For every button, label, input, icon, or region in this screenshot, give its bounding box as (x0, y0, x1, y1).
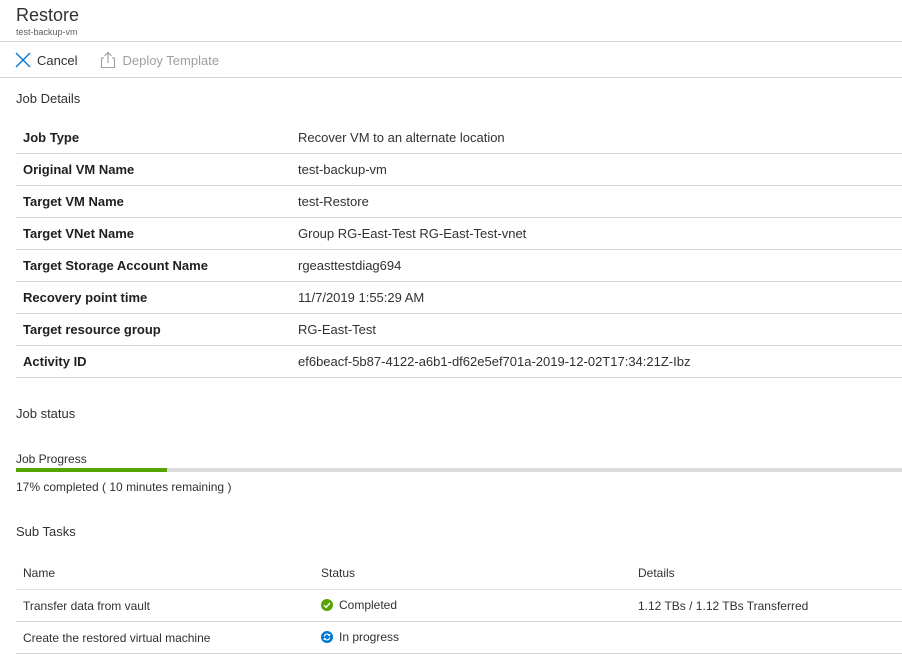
job-progress-text: 17% completed ( 10 minutes remaining ) (16, 480, 232, 494)
job-detail-key: Target Storage Account Name (16, 249, 298, 282)
job-detail-row: Original VM Name test-backup-vm (16, 153, 902, 186)
sub-task-details (638, 621, 902, 654)
job-detail-key: Job Type (16, 122, 298, 154)
job-detail-row: Target Storage Account Name rgeasttestdia… (16, 249, 902, 282)
column-header-status: Status (321, 557, 638, 590)
job-detail-value: Recover VM to an alternate location (298, 122, 902, 154)
deploy-template-button[interactable]: Deploy Template (99, 51, 219, 69)
job-progress-label: Job Progress (16, 452, 87, 466)
job-detail-value: rgeasttestdiag694 (298, 249, 902, 282)
sub-task-status: In progress (321, 621, 638, 654)
job-detail-value: ef6beacf-5b87-4122-a6b1-df62e5ef701a-201… (298, 345, 902, 378)
sub-task-status: Completed (321, 589, 638, 622)
job-detail-value: 11/7/2019 1:55:29 AM (298, 281, 902, 314)
status-indicator: Completed (321, 598, 397, 612)
upload-icon (99, 51, 117, 69)
page-title: Restore (16, 5, 80, 25)
job-detail-row: Target resource group RG-East-Test (16, 313, 902, 346)
cancel-button-label: Cancel (37, 52, 78, 68)
job-progress-bar (16, 468, 902, 472)
column-header-details: Details (638, 557, 902, 590)
page-subtitle: test-backup-vm (16, 27, 78, 37)
job-detail-key: Target VM Name (16, 185, 298, 218)
job-detail-key: Activity ID (16, 345, 298, 378)
job-detail-row: Job Type Recover VM to an alternate locat… (16, 122, 902, 154)
job-detail-value: test-backup-vm (298, 153, 902, 186)
job-detail-value: Group RG-East-Test RG-East-Test-vnet (298, 217, 902, 250)
sub-tasks-heading: Sub Tasks (16, 524, 76, 539)
blade-header: Restore test-backup-vm (16, 4, 79, 37)
sub-task-row[interactable]: Create the restored virtual machine In pr… (16, 621, 902, 654)
job-detail-row: Recovery point time 11/7/2019 1:55:29 AM (16, 281, 902, 314)
sub-tasks-table: Name Status Details Transfer data from v… (16, 557, 902, 654)
sub-task-name: Create the restored virtual machine (16, 621, 321, 654)
cancel-button[interactable]: Cancel (14, 51, 77, 69)
job-status-heading: Job status (16, 406, 76, 421)
sub-task-details: 1.12 TBs / 1.12 TBs Transferred (638, 589, 902, 622)
job-detail-key: Original VM Name (16, 153, 298, 186)
deploy-template-label: Deploy Template (122, 52, 220, 68)
job-detail-row: Target VNet Name Group RG-East-Test RG-Ea… (16, 217, 902, 250)
sub-task-name: Transfer data from vault (16, 589, 321, 622)
column-header-name: Name (16, 557, 321, 590)
restore-blade: Restore test-backup-vm Cancel Deploy Tem… (0, 0, 902, 671)
job-detail-key: Target VNet Name (16, 217, 298, 250)
job-detail-key: Recovery point time (16, 281, 298, 314)
job-detail-row: Target VM Name test-Restore (16, 185, 902, 218)
check-circle-icon (321, 598, 339, 611)
job-progress-fill (16, 468, 167, 472)
job-detail-row: Activity ID ef6beacf-5b87-4122-a6b1-df62e… (16, 345, 902, 378)
job-detail-value: RG-East-Test (298, 313, 902, 346)
job-details-heading: Job Details (16, 91, 81, 106)
job-detail-value: test-Restore (298, 185, 902, 218)
close-icon (14, 51, 32, 69)
job-details-table: Job Type Recover VM to an alternate locat… (16, 122, 902, 378)
sub-tasks-header-row: Name Status Details (16, 557, 902, 590)
command-bar: Cancel Deploy Template (14, 49, 241, 71)
job-detail-key: Target resource group (16, 313, 298, 346)
command-bar-divider (0, 77, 902, 78)
header-divider (0, 41, 902, 42)
status-label: In progress (339, 629, 400, 644)
sub-task-row[interactable]: Transfer data from vault Completed 1.12 TB… (16, 589, 902, 622)
status-indicator: In progress (321, 630, 399, 644)
status-label: Completed (339, 597, 398, 612)
sync-icon (321, 630, 339, 643)
